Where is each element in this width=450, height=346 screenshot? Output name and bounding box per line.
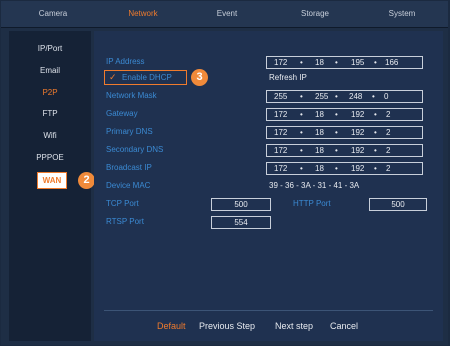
sidebar-item-pppoe[interactable]: PPPOE — [9, 148, 91, 168]
gateway-field[interactable]: 172 • 18 • 192 • 2 — [266, 108, 423, 121]
ip-octet: 18 — [315, 164, 324, 173]
ip-address-field[interactable]: 172 • 18 • 195 • 166 — [266, 56, 423, 69]
http-port-label: HTTP Port — [293, 199, 331, 208]
sidebar-item-email[interactable]: Email — [9, 61, 91, 81]
ip-octet: 2 — [386, 146, 391, 155]
previous-step-button[interactable]: Previous Step — [199, 321, 255, 331]
secondary-dns-label: Secondary DNS — [106, 145, 164, 154]
dot: • — [300, 58, 303, 67]
tab-camera[interactable]: Camera — [23, 1, 83, 27]
step-badge-3: 3 — [191, 69, 208, 86]
enable-dhcp-checkbox[interactable]: ✓ Enable DHCP — [104, 70, 187, 85]
device-mac-value: 39 - 36 - 3A - 31 - 41 - 3A — [269, 181, 360, 190]
ip-octet: 192 — [351, 164, 365, 173]
network-mask-label: Network Mask — [106, 91, 157, 100]
dot: • — [335, 128, 338, 137]
cancel-button[interactable]: Cancel — [330, 321, 358, 331]
dot: • — [374, 128, 377, 137]
broadcast-ip-field[interactable]: 172 • 18 • 192 • 2 — [266, 162, 423, 175]
ip-octet: 172 — [274, 110, 288, 119]
ip-octet: 18 — [315, 58, 324, 67]
ip-octet: 18 — [315, 146, 324, 155]
tab-event[interactable]: Event — [197, 1, 257, 27]
checkmark-icon: ✓ — [109, 72, 117, 82]
http-port-input[interactable]: 500 — [369, 198, 427, 211]
ip-octet: 255 — [274, 92, 288, 101]
ip-octet: 248 — [349, 92, 363, 101]
footer-divider — [104, 310, 433, 311]
dot: • — [300, 128, 303, 137]
ip-octet: 166 — [385, 58, 399, 67]
ip-octet: 192 — [351, 128, 365, 137]
enable-dhcp-label: Enable DHCP — [122, 73, 172, 82]
dot: • — [372, 92, 375, 101]
primary-dns-field[interactable]: 172 • 18 • 192 • 2 — [266, 126, 423, 139]
ip-octet: 172 — [274, 146, 288, 155]
refresh-ip-button[interactable]: Refresh IP — [269, 73, 307, 82]
tcp-port-label: TCP Port — [106, 199, 139, 208]
dot: • — [374, 164, 377, 173]
ip-octet: 0 — [384, 92, 389, 101]
tcp-port-input[interactable]: 500 — [211, 198, 271, 211]
dot: • — [300, 92, 303, 101]
step-badge-2: 2 — [78, 172, 95, 189]
dot: • — [335, 110, 338, 119]
ip-octet: 18 — [315, 110, 324, 119]
device-mac-label: Device MAC — [106, 181, 151, 190]
default-button[interactable]: Default — [157, 321, 186, 331]
dot: • — [374, 146, 377, 155]
dot: • — [335, 164, 338, 173]
dot: • — [300, 164, 303, 173]
next-step-button[interactable]: Next step — [275, 321, 313, 331]
sidebar-item-wan[interactable]: WAN — [37, 172, 67, 189]
rtsp-port-input[interactable]: 554 — [211, 216, 271, 229]
dot: • — [335, 58, 338, 67]
ip-octet: 192 — [351, 146, 365, 155]
ip-octet: 18 — [315, 128, 324, 137]
dot: • — [374, 110, 377, 119]
app-window: Camera Network Event Storage System IP/P… — [1, 1, 448, 345]
sidebar-item-ip-port[interactable]: IP/Port — [9, 39, 91, 59]
tab-network[interactable]: Network — [113, 1, 173, 27]
ip-octet: 192 — [351, 110, 365, 119]
ip-octet: 195 — [351, 58, 365, 67]
sidebar-item-ftp[interactable]: FTP — [9, 104, 91, 124]
ip-address-label: IP Address — [106, 57, 145, 66]
dot: • — [300, 110, 303, 119]
network-mask-field[interactable]: 255 • 255 • 248 • 0 — [266, 90, 423, 103]
ip-octet: 255 — [315, 92, 329, 101]
wan-settings-panel: IP Address 172 • 18 • 195 • 166 ✓ Enable DH… — [94, 31, 443, 341]
primary-dns-label: Primary DNS — [106, 127, 153, 136]
network-sidebar: IP/Port Email P2P FTP Wifi PPPOE WAN 2 — [9, 31, 95, 341]
broadcast-ip-label: Broadcast IP — [106, 163, 152, 172]
gateway-label: Gateway — [106, 109, 138, 118]
ip-octet: 2 — [386, 110, 391, 119]
dot: • — [335, 146, 338, 155]
ip-octet: 172 — [274, 58, 288, 67]
tab-system[interactable]: System — [367, 1, 437, 27]
ip-octet: 172 — [274, 164, 288, 173]
ip-octet: 172 — [274, 128, 288, 137]
tab-storage[interactable]: Storage — [285, 1, 345, 27]
dot: • — [335, 92, 338, 101]
ip-octet: 2 — [386, 164, 391, 173]
rtsp-port-label: RTSP Port — [106, 217, 144, 226]
sidebar-item-p2p[interactable]: P2P — [9, 83, 91, 103]
dot: • — [300, 146, 303, 155]
ip-octet: 2 — [386, 128, 391, 137]
top-tab-bar: Camera Network Event Storage System — [1, 1, 448, 28]
sidebar-item-wifi[interactable]: Wifi — [9, 126, 91, 146]
dot: • — [374, 58, 377, 67]
secondary-dns-field[interactable]: 172 • 18 • 192 • 2 — [266, 144, 423, 157]
